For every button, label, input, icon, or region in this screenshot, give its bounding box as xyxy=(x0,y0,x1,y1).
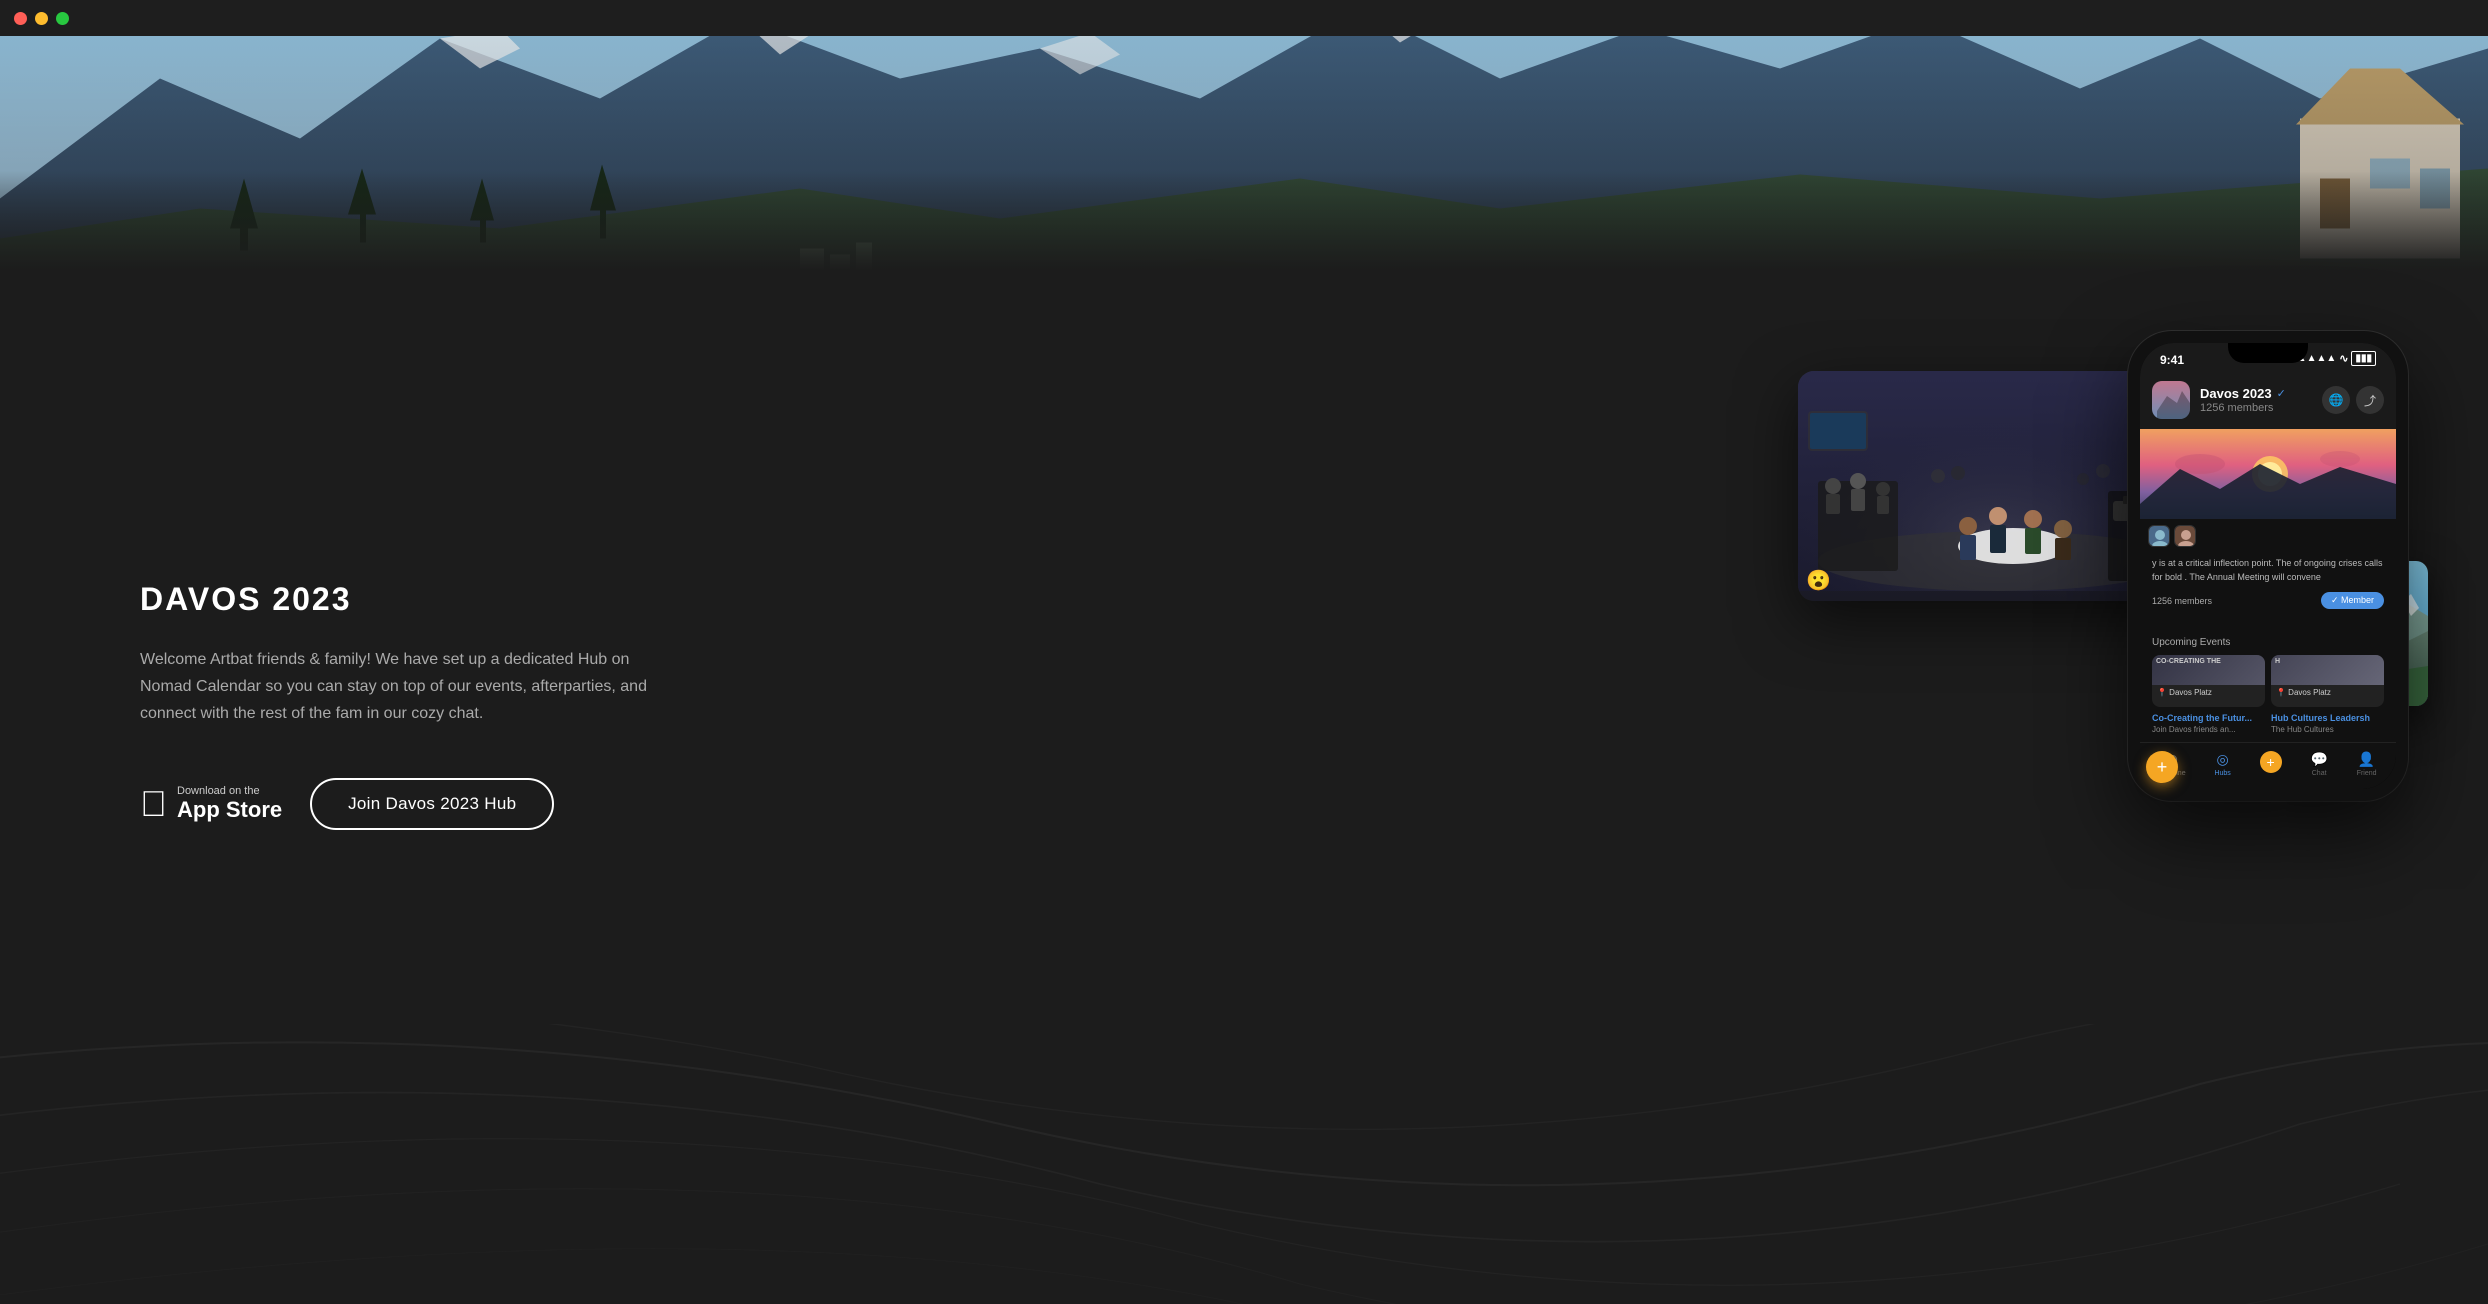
featured-event-1-title: Co-Creating the Futur... xyxy=(2152,713,2265,723)
featured-event-1-subtitle: Join Davos friends an... xyxy=(2152,725,2265,734)
hub-members-count: 1256 members xyxy=(2200,402,2312,414)
share-button[interactable]: ⤴ xyxy=(2356,386,2384,414)
event-card-2-loc: 📍 Davos Platz xyxy=(2271,685,2384,700)
hub-info: Davos 2023 ✓ 1256 members xyxy=(2200,386,2312,414)
hub-content: y is at a critical inflection point. The… xyxy=(2140,547,2396,629)
close-button[interactable] xyxy=(14,12,27,25)
event-card-1-title: CO-CREATING THE xyxy=(2152,655,2265,668)
events-grid: CO-CREATING THE 📍 Davos Platz H 📍 Davos … xyxy=(2152,655,2384,707)
wifi-icon: ∿ xyxy=(2339,352,2348,365)
maximize-button[interactable] xyxy=(56,12,69,25)
nav-friend[interactable]: 👤 Friend xyxy=(2357,751,2377,777)
hero-background xyxy=(0,36,2488,271)
chat-icon: 💬 xyxy=(2310,751,2327,768)
phone-hub-header: Davos 2023 ✓ 1256 members 🌐 ⤴ xyxy=(2140,371,2396,429)
add-button-icon: + xyxy=(2260,751,2282,773)
featured-event-2: Hub Cultures Leadersh The Hub Cultures xyxy=(2271,713,2384,734)
event-card-2[interactable]: H 📍 Davos Platz xyxy=(2271,655,2384,707)
nav-hubs[interactable]: ◎ Hubs xyxy=(2214,751,2230,777)
content-section: DAVOS 2023 Welcome Artbat friends & fami… xyxy=(0,271,2488,1304)
join-hub-button[interactable]: Join Davos 2023 Hub xyxy=(310,778,554,830)
phone-time: 9:41 xyxy=(2160,349,2184,367)
featured-event-2-title: Hub Cultures Leadersh xyxy=(2271,713,2384,723)
app-store-text: Download on the App Store xyxy=(177,785,282,823)
battery-icon: ▮▮▮ xyxy=(2351,351,2376,366)
avatar-emoji: 😮 xyxy=(1806,568,1831,593)
avatar-row xyxy=(2140,519,2396,547)
verified-badge: ✓ xyxy=(2277,387,2286,400)
small-avatar-1 xyxy=(2148,525,2170,547)
hub-name-row: Davos 2023 ✓ xyxy=(2200,386,2312,401)
hub-avatar xyxy=(2152,381,2190,419)
nav-add[interactable]: + xyxy=(2260,751,2282,777)
app-store-large-label: App Store xyxy=(177,797,282,823)
text-content: DAVOS 2023 Welcome Artbat friends & fami… xyxy=(140,581,720,830)
globe-button[interactable]: 🌐 xyxy=(2322,386,2350,414)
nav-hubs-label: Hubs xyxy=(2214,770,2230,777)
apple-icon:  xyxy=(140,786,167,822)
nav-friend-label: Friend xyxy=(2357,770,2377,777)
buttons-row:  Download on the App Store Join Davos 2… xyxy=(140,778,720,830)
titlebar xyxy=(0,0,2488,36)
event-description: Welcome Artbat friends & family! We have… xyxy=(140,646,680,728)
small-avatar-2 xyxy=(2174,525,2196,547)
friend-icon: 👤 xyxy=(2358,751,2375,768)
featured-events-row: Co-Creating the Futur... Join Davos frie… xyxy=(2152,713,2384,734)
phone-inner: 9:41 ▲▲▲▲ ∿ ▮▮▮ xyxy=(2140,343,2396,789)
status-icons: ▲▲▲▲ ∿ ▮▮▮ xyxy=(2297,351,2376,366)
phone-bottom-nav: ⊙ Timeline ◎ Hubs + 💬 Chat xyxy=(2140,742,2396,789)
hero-gradient xyxy=(0,171,2488,271)
hub-action-icons: 🌐 ⤴ xyxy=(2322,386,2384,414)
fab-plus-button[interactable]: + xyxy=(2146,751,2178,783)
hubs-icon: ◎ xyxy=(2217,751,2229,768)
nav-chat-label: Chat xyxy=(2312,770,2327,777)
app-store-small-label: Download on the xyxy=(177,785,282,797)
event-card-2-image: H xyxy=(2271,655,2384,685)
main-page: DAVOS 2023 Welcome Artbat friends & fami… xyxy=(0,36,2488,1304)
phone-notch xyxy=(2228,343,2308,363)
hub-name: Davos 2023 xyxy=(2200,386,2272,401)
hub-hero-image xyxy=(2140,429,2396,519)
event-card-1-image: CO-CREATING THE xyxy=(2152,655,2265,685)
event-title: DAVOS 2023 xyxy=(140,581,720,618)
event-card-1[interactable]: CO-CREATING THE 📍 Davos Platz xyxy=(2152,655,2265,707)
minimize-button[interactable] xyxy=(35,12,48,25)
event-card-1-loc: 📍 Davos Platz xyxy=(2152,685,2265,700)
upcoming-events-title: Upcoming Events xyxy=(2152,637,2384,648)
phone-mockup: 9:41 ▲▲▲▲ ∿ ▮▮▮ xyxy=(2128,331,2408,801)
app-store-button[interactable]:  Download on the App Store xyxy=(140,785,282,823)
member-row: 1256 members ✓ Member xyxy=(2152,592,2384,609)
upcoming-section: Upcoming Events CO-CREATING THE 📍 Davos … xyxy=(2140,629,2396,742)
member-button[interactable]: ✓ Member xyxy=(2321,592,2384,609)
featured-event-2-subtitle: The Hub Cultures xyxy=(2271,725,2384,734)
hub-description-text: y is at a critical inflection point. The… xyxy=(2152,557,2384,584)
nav-chat[interactable]: 💬 Chat xyxy=(2310,751,2327,777)
member-count: 1256 members xyxy=(2152,596,2212,606)
event-card-2-title: H xyxy=(2271,655,2384,668)
featured-event-1: Co-Creating the Futur... Join Davos frie… xyxy=(2152,713,2265,734)
phone-outer: 9:41 ▲▲▲▲ ∿ ▮▮▮ xyxy=(2128,331,2408,801)
